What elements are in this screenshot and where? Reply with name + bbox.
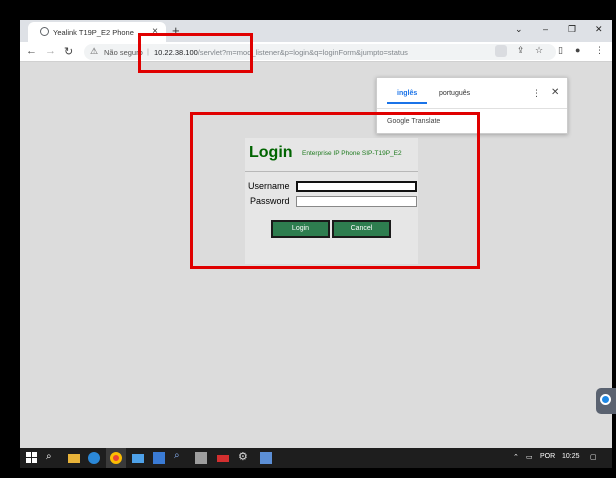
chrome-icon[interactable] — [110, 452, 122, 464]
file-explorer-icon[interactable] — [68, 454, 80, 463]
mail-icon[interactable] — [132, 454, 144, 463]
share-icon[interactable]: ⇪ — [517, 45, 525, 56]
close-popup-icon[interactable]: ✕ — [551, 87, 559, 98]
app-icon-red[interactable] — [217, 455, 229, 462]
popup-divider — [377, 108, 567, 109]
close-window-button[interactable]: ✕ — [595, 24, 603, 35]
minimize-button[interactable]: – — [543, 24, 548, 34]
side-panel-icon[interactable]: ▯ — [558, 45, 563, 56]
tab-strip: Yealink T19P_E2 Phone × + ⌄ – ❐ ✕ — [20, 20, 612, 42]
browser-toolbar: ← → ↻ ⚠ Não seguro | 10.22.38.100/servle… — [20, 42, 612, 62]
tab-title: Yealink T19P_E2 Phone — [53, 28, 134, 37]
translate-icon[interactable] — [495, 45, 507, 57]
login-highlight-box — [190, 112, 480, 269]
bookmark-star-icon[interactable]: ☆ — [535, 45, 543, 56]
screen: Yealink T19P_E2 Phone × + ⌄ – ❐ ✕ ← → ↻ … — [0, 0, 616, 478]
back-arrow-icon[interactable]: ← — [26, 45, 37, 57]
warning-icon: ⚠ — [90, 46, 99, 56]
url-highlight-box — [138, 33, 253, 73]
app-icon-blue[interactable] — [153, 452, 165, 464]
clock[interactable]: 10:25 — [562, 453, 580, 460]
assistant-icon — [600, 394, 611, 405]
network-app-icon[interactable] — [260, 452, 272, 464]
settings-gear-icon[interactable]: ⚙ — [238, 450, 250, 463]
target-language-tab[interactable]: português — [439, 90, 470, 97]
reload-icon[interactable]: ↻ — [64, 45, 73, 58]
tab-search-icon[interactable]: ⌄ — [515, 24, 523, 35]
menu-dots-icon[interactable]: ⋮ — [595, 45, 604, 56]
notifications-icon[interactable]: ▢ — [590, 453, 597, 461]
more-options-icon[interactable]: ⋮ — [532, 88, 541, 99]
profile-avatar-icon[interactable]: ● — [575, 45, 580, 55]
forward-arrow-icon[interactable]: → — [45, 45, 56, 57]
globe-icon — [40, 27, 49, 36]
active-tab-underline — [387, 102, 427, 104]
taskbar: ⌕ ⌕ ⚙ ⌃ ▭ POR 10:25 ▢ — [20, 448, 612, 468]
restore-button[interactable]: ❐ — [568, 24, 576, 35]
windows-start-icon[interactable] — [26, 452, 38, 464]
source-language-tab[interactable]: inglês — [397, 90, 417, 97]
network-icon[interactable]: ▭ — [526, 453, 533, 461]
security-label[interactable]: Não seguro — [104, 48, 143, 57]
language-indicator[interactable]: POR — [540, 453, 555, 460]
edge-browser-icon[interactable] — [88, 452, 100, 464]
tray-chevron-icon[interactable]: ⌃ — [513, 453, 519, 461]
app-icon-grey[interactable] — [195, 452, 207, 464]
side-scroll-widget[interactable] — [596, 388, 616, 414]
search-icon[interactable]: ⌕ — [46, 451, 58, 463]
magnifier-app-icon[interactable]: ⌕ — [174, 450, 186, 462]
